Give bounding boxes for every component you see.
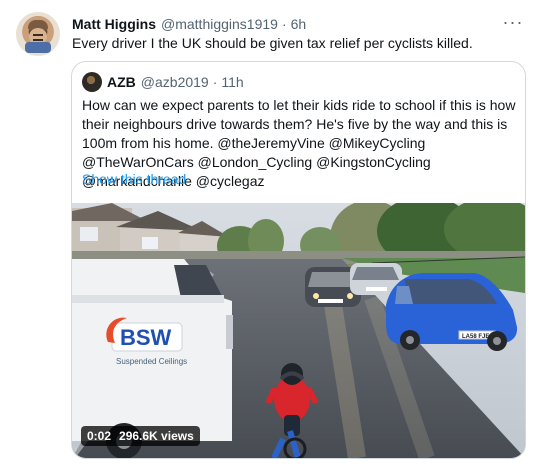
author-handle[interactable]: @matthiggins1919	[161, 16, 278, 32]
more-icon[interactable]: ···	[499, 12, 527, 32]
car-plate: LA58 FJE	[462, 334, 489, 340]
video-time: 0:02	[87, 429, 112, 443]
view-count: 296.6K views	[119, 429, 194, 443]
quoted-author-handle[interactable]: @azb2019	[141, 74, 209, 90]
van-small-text: Suspended Ceilings	[116, 357, 187, 366]
tweet-card[interactable]: Matt Higgins @matthiggins1919 · 6h ··· E…	[0, 0, 543, 464]
avatar-eyes	[33, 34, 43, 41]
author-name[interactable]: Matt Higgins	[72, 16, 156, 32]
show-thread-link[interactable]: Show this thread	[82, 171, 186, 187]
van-logo-text: BSW	[120, 325, 172, 350]
avatar-cup	[25, 42, 51, 53]
quoted-avatar[interactable]	[82, 72, 102, 92]
quoted-tweet-header: AZB @azb2019 · 11h	[82, 72, 244, 92]
quoted-timestamp[interactable]: 11h	[221, 74, 243, 90]
tweet-header: Matt Higgins @matthiggins1919 · 6h	[72, 14, 306, 34]
tweet-text: Every driver I the UK should be given ta…	[72, 35, 473, 51]
tweet-timestamp[interactable]: 6h	[291, 16, 307, 32]
separator-dot: ·	[212, 74, 218, 90]
video-status-pill: 0:02 296.6K views	[81, 426, 200, 446]
video-frame: BSW Suspended Ceilings LA58 FJE	[72, 203, 525, 458]
quoted-author-name[interactable]: AZB	[107, 74, 136, 90]
video-player[interactable]: BSW Suspended Ceilings LA58 FJE 0:02 296…	[72, 203, 525, 458]
separator-dot: ·	[281, 16, 287, 32]
quoted-tweet[interactable]: AZB @azb2019 · 11h How can we expect par…	[71, 61, 526, 459]
avatar[interactable]	[16, 12, 60, 56]
